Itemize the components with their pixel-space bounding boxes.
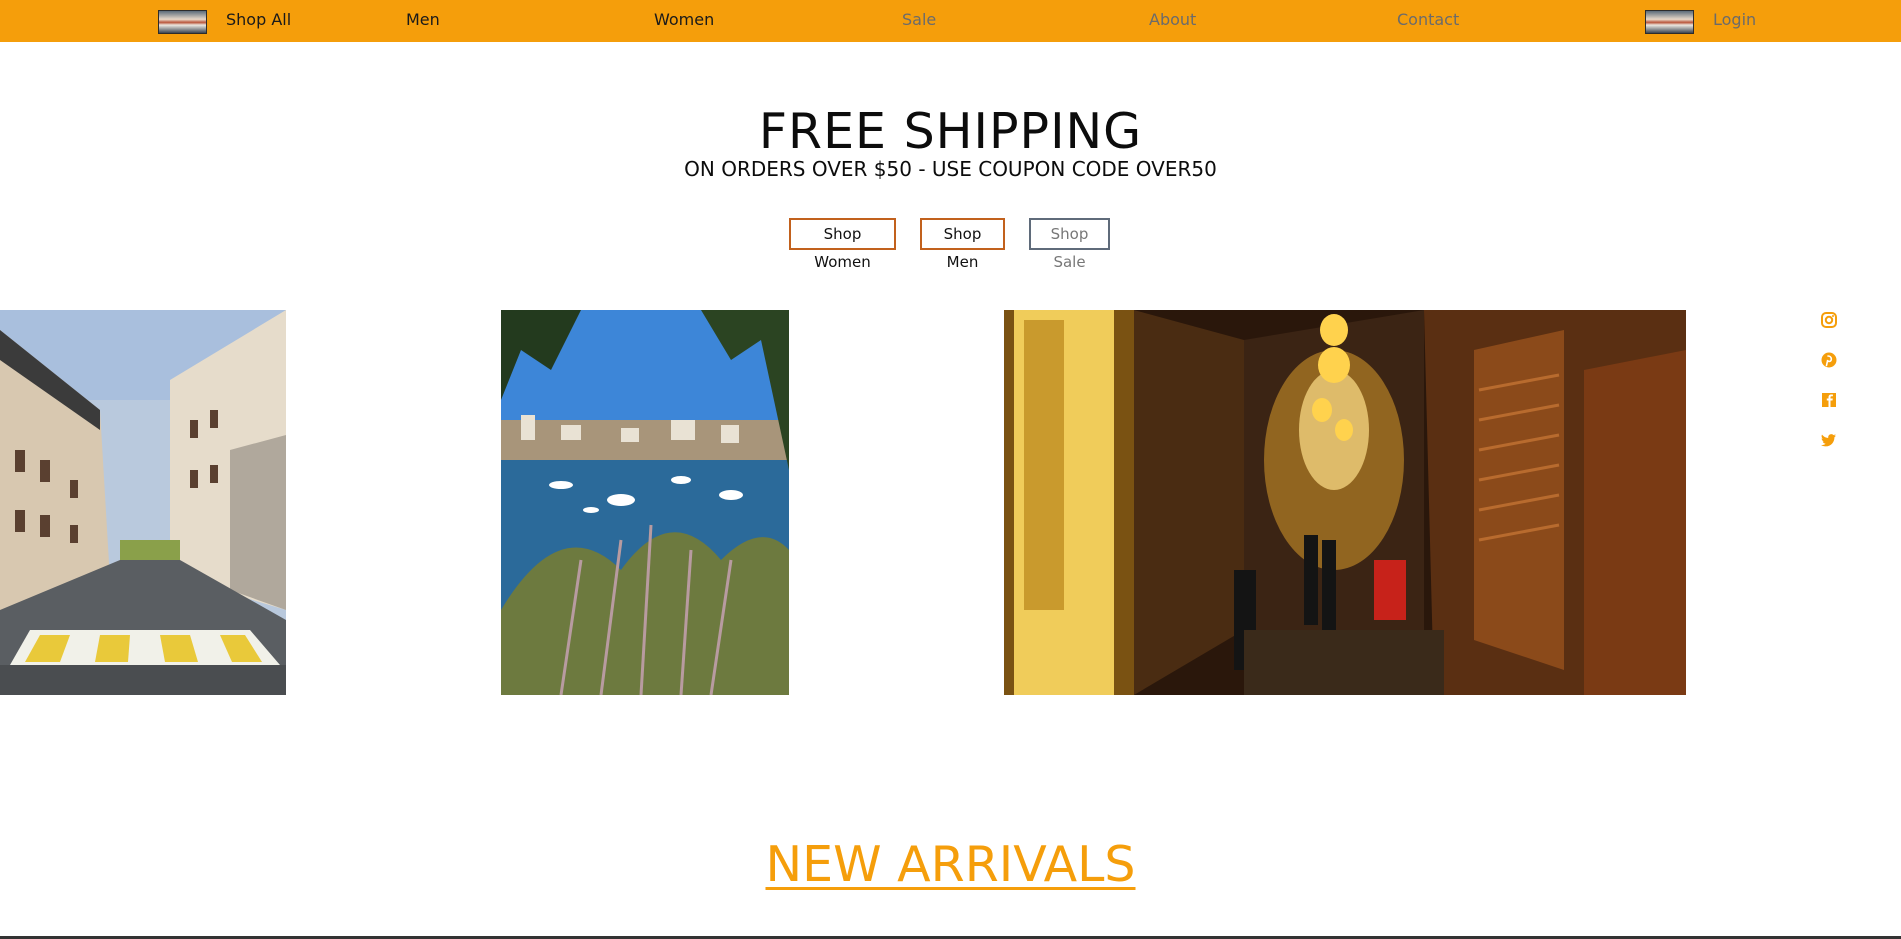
hero-subtitle: ON ORDERS OVER $50 - USE COUPON CODE OVE… bbox=[684, 157, 1217, 181]
harbor-photo[interactable] bbox=[501, 310, 789, 695]
twitter-icon[interactable] bbox=[1820, 431, 1838, 449]
instagram-icon[interactable] bbox=[1820, 311, 1838, 329]
pinterest-icon[interactable] bbox=[1820, 351, 1838, 369]
new-arrivals-label[interactable]: NEW ARRIVALS bbox=[765, 836, 1135, 893]
nav-link-about[interactable]: About bbox=[1149, 10, 1196, 29]
street-photo[interactable] bbox=[0, 310, 286, 695]
logo-thumbnail[interactable] bbox=[158, 10, 207, 34]
hero-title: FREE SHIPPING bbox=[758, 103, 1143, 160]
nav-link-men[interactable]: Men bbox=[406, 10, 440, 29]
top-nav: Shop All Men Women Sale About Contact Lo… bbox=[0, 0, 1901, 42]
nav-link-sale[interactable]: Sale bbox=[902, 10, 936, 29]
shop-men-button[interactable]: Shop Men bbox=[920, 218, 1005, 271]
shop-women-button[interactable]: Shop Women bbox=[789, 218, 896, 271]
nav-link-login[interactable]: Login bbox=[1713, 10, 1756, 29]
new-arrivals-heading[interactable]: NEW ARRIVALS bbox=[0, 835, 1901, 895]
nav-link-contact[interactable]: Contact bbox=[1397, 10, 1459, 29]
facebook-icon[interactable] bbox=[1820, 391, 1838, 409]
nav-link-women[interactable]: Women bbox=[654, 10, 714, 29]
shop-sale-button[interactable]: Shop Sale bbox=[1029, 218, 1110, 271]
nav-link-shop-all[interactable]: Shop All bbox=[226, 10, 291, 29]
account-thumbnail[interactable] bbox=[1645, 10, 1694, 34]
alley-photo[interactable] bbox=[1004, 310, 1686, 695]
